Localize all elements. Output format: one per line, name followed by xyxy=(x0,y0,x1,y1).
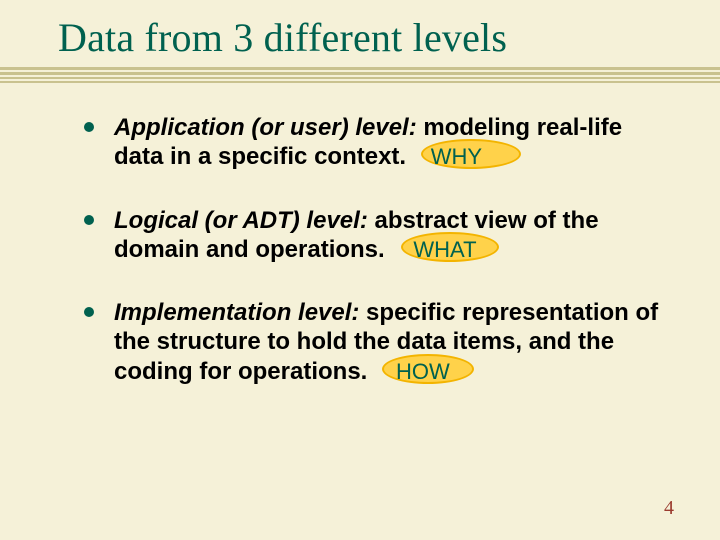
slide-body: Application (or user) level: modeling re… xyxy=(0,85,720,386)
item-label: Implementation level: xyxy=(114,299,359,326)
bullet-icon xyxy=(84,122,94,132)
list-item: Application (or user) level: modeling re… xyxy=(84,113,660,172)
bullet-icon xyxy=(84,307,94,317)
item-label: Application (or user) level: xyxy=(114,114,417,141)
item-label: Logical (or ADT) level: xyxy=(114,207,368,234)
list-item: Implementation level: specific represent… xyxy=(84,298,660,386)
title-underline xyxy=(0,67,720,83)
callout-text: WHY xyxy=(431,144,482,169)
callout-text: WHAT xyxy=(413,237,476,262)
callout-text: HOW xyxy=(396,359,450,384)
callout-oval: WHY xyxy=(431,144,482,171)
bullet-icon xyxy=(84,215,94,225)
slide-title: Data from 3 different levels xyxy=(0,0,720,65)
list-item: Logical (or ADT) level: abstract view of… xyxy=(84,206,660,265)
page-number: 4 xyxy=(664,497,674,520)
callout-oval: HOW xyxy=(396,359,450,386)
callout-oval: WHAT xyxy=(413,237,476,264)
